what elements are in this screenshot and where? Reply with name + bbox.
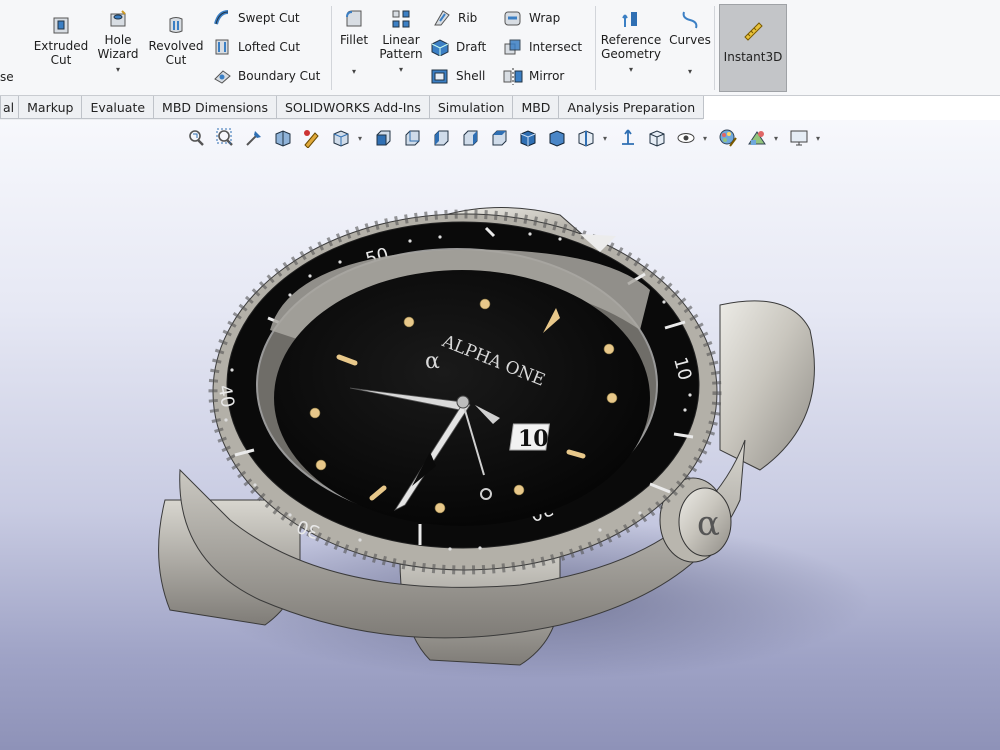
graphics-area[interactable]: ▾ ▾ ▾ ▾ ▾ α 50 40 30 10 α ALPHA ONE 10: [0, 120, 1000, 750]
revolved-cut-button[interactable]: Revolved Cut: [148, 14, 204, 67]
dial-logo: α: [425, 349, 440, 374]
intersect-button[interactable]: Intersect: [503, 37, 582, 57]
wrap-button[interactable]: Wrap: [503, 8, 560, 28]
tab-sketch-partial[interactable]: al: [0, 96, 20, 119]
hole-wizard-dropdown-icon[interactable]: ▾: [116, 63, 120, 77]
tab-solidworks-add-ins[interactable]: SOLIDWORKS Add-Ins: [275, 96, 430, 119]
instant3d-label: Instant3D: [723, 50, 783, 64]
mirror-button[interactable]: Mirror: [503, 66, 564, 86]
reference-geometry-dropdown-icon[interactable]: ▾: [629, 63, 633, 77]
rib-button[interactable]: Rib: [432, 8, 477, 28]
tab-evaluate[interactable]: Evaluate: [81, 96, 155, 119]
intersect-icon: [503, 37, 523, 57]
tab-mbd-dimensions[interactable]: MBD Dimensions: [153, 96, 277, 119]
revolved-cut-icon: [165, 14, 187, 36]
extruded-cut-button[interactable]: Extruded Cut: [33, 14, 89, 67]
tab-mbd[interactable]: MBD: [512, 96, 560, 119]
draft-button[interactable]: Draft: [430, 37, 486, 57]
ribbon-separator: [331, 6, 332, 90]
lug-right-top: [719, 300, 815, 471]
wrap-label: Wrap: [529, 11, 561, 25]
shell-label: Shell: [456, 69, 486, 83]
extruded-cut-label: Extruded Cut: [33, 39, 89, 67]
wrap-icon: [503, 8, 523, 28]
curves-label: Curves: [669, 33, 711, 47]
crown-logo: α: [697, 504, 720, 544]
curves-icon: [679, 8, 701, 30]
hole-wizard-label: Hole Wizard: [97, 33, 139, 61]
tab-simulation[interactable]: Simulation: [428, 96, 514, 119]
ribbon-separator: [714, 6, 715, 90]
revolved-cut-label: Revolved Cut: [148, 39, 204, 67]
lofted-cut-icon: [212, 37, 232, 57]
linear-pattern-dropdown-icon[interactable]: ▾: [399, 63, 403, 77]
command-manager-tabs: al Markup Evaluate MBD Dimensions SOLIDW…: [0, 96, 705, 120]
swept-cut-icon: [212, 8, 232, 28]
rib-icon: [432, 8, 452, 28]
curves-dropdown-icon[interactable]: ▾: [688, 65, 692, 79]
date-number: 10: [518, 426, 549, 452]
fillet-dropdown-icon[interactable]: ▾: [352, 65, 356, 79]
tab-markup[interactable]: Markup: [18, 96, 83, 119]
shell-icon: [430, 66, 450, 86]
linear-pattern-label: Linear Pattern: [379, 33, 423, 61]
hand-pinion: [456, 395, 470, 409]
linear-pattern-button[interactable]: Linear Pattern ▾: [378, 8, 424, 77]
shell-button[interactable]: Shell: [430, 66, 485, 86]
swept-cut-button[interactable]: Swept Cut: [212, 8, 300, 28]
watch-3d-model[interactable]: α 50 40 30 20 10: [0, 120, 1000, 750]
instant3d-icon: [742, 19, 764, 41]
boundary-cut-label: Boundary Cut: [238, 69, 321, 83]
ribbon-separator: [595, 6, 596, 90]
tab-analysis-preparation[interactable]: Analysis Preparation: [558, 96, 705, 119]
draft-label: Draft: [456, 40, 487, 54]
command-manager-ribbon: se Extruded Cut Hole Wizard ▾ Revolved C…: [0, 0, 1000, 96]
extruded-cut-icon: [50, 14, 72, 36]
hole-wizard-icon: [107, 8, 129, 30]
bezel-number-40: 40: [213, 383, 238, 409]
lofted-cut-label: Lofted Cut: [238, 40, 301, 54]
draft-icon: [430, 37, 450, 57]
curves-button[interactable]: Curves ▾: [669, 8, 711, 79]
reference-geometry-button[interactable]: Reference Geometry ▾: [600, 8, 662, 77]
truncated-command-label[interactable]: se: [0, 70, 14, 84]
instant3d-button[interactable]: Instant3D: [719, 4, 787, 92]
reference-geometry-label: Reference Geometry: [600, 33, 662, 61]
fillet-label: Fillet: [339, 33, 369, 47]
mirror-label: Mirror: [529, 69, 565, 83]
reference-geometry-icon: [620, 8, 642, 30]
swept-cut-label: Swept Cut: [238, 11, 300, 25]
boundary-cut-icon: [212, 66, 232, 86]
linear-pattern-icon: [390, 8, 412, 30]
intersect-label: Intersect: [529, 40, 583, 54]
fillet-icon: [343, 8, 365, 30]
lofted-cut-button[interactable]: Lofted Cut: [212, 37, 300, 57]
mirror-icon: [503, 66, 523, 86]
boundary-cut-button[interactable]: Boundary Cut: [212, 66, 320, 86]
hole-wizard-button[interactable]: Hole Wizard ▾: [96, 8, 140, 77]
fillet-button[interactable]: Fillet ▾: [336, 8, 372, 79]
rib-label: Rib: [458, 11, 478, 25]
